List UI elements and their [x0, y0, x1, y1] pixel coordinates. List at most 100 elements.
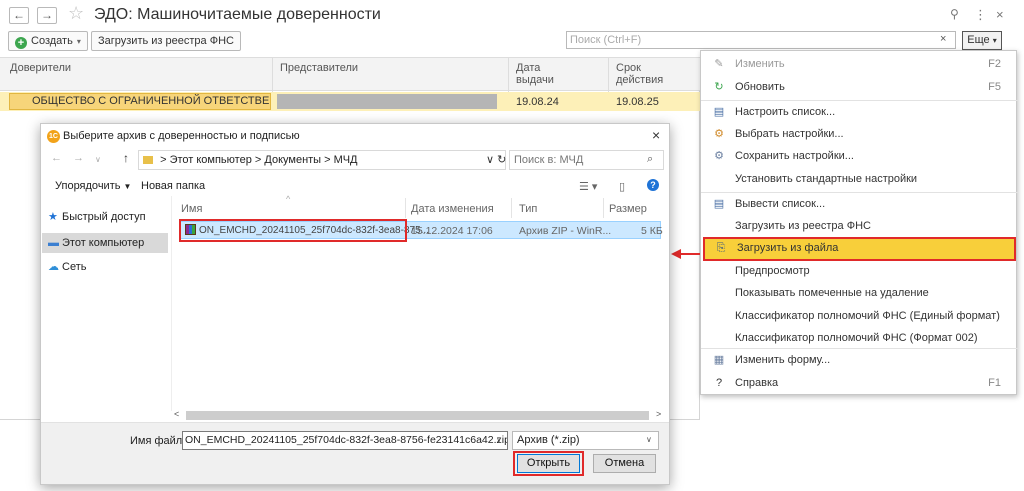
annotation-file-highlight: [179, 219, 407, 242]
table-header: Доверители Представители Дата выдачи Срок…: [0, 57, 700, 92]
nav-this-pc[interactable]: ▬ Этот компьютер: [42, 233, 168, 253]
dialog-footer: Имя файла: ON_EMCHD_20241105_25f704dc-83…: [41, 422, 669, 484]
menu-item-preview[interactable]: Предпросмотр: [701, 260, 1018, 282]
col-representatives[interactable]: Представители: [280, 62, 358, 74]
computer-icon: ▬: [48, 237, 59, 249]
close-icon[interactable]: ×: [652, 127, 660, 143]
help-icon[interactable]: ?: [647, 179, 659, 191]
menu-item-export-list[interactable]: ▤ Вывести список...: [701, 193, 1018, 215]
filename-input[interactable]: ON_EMCHD_20241105_25f704dc-832f-3ea8-875…: [182, 431, 508, 450]
arrow-right-icon: →: [41, 8, 53, 22]
annotation-arrow-head: [671, 249, 681, 259]
menu-item-load-from-file[interactable]: ⎘ Загрузить из файла: [703, 237, 1016, 261]
col-type[interactable]: Тип: [519, 203, 537, 215]
export-list-icon: ▤: [713, 198, 725, 210]
list-settings-icon: ▤: [713, 106, 725, 118]
create-label: Создать: [31, 35, 73, 47]
more-actions-menu: ✎ Изменить F2 ↻ Обновить F5 ▤ Настроить списо…: [700, 50, 1018, 395]
refresh-icon: ↻: [714, 81, 724, 93]
col-principals[interactable]: Доверители: [10, 62, 71, 74]
col-term[interactable]: Срок действия: [616, 62, 663, 86]
chevron-down-icon[interactable]: ∨: [95, 155, 101, 164]
load-registry-button[interactable]: Загрузить из реестра ФНС: [91, 31, 241, 51]
arrow-left-icon: ←: [13, 8, 25, 22]
back-button[interactable]: ←: [9, 7, 29, 24]
nav-network[interactable]: ☁ Сеть: [42, 257, 168, 277]
new-folder-button[interactable]: Новая папка: [141, 180, 205, 192]
folder-search-input[interactable]: Поиск в: МЧД: [509, 150, 664, 170]
col-issue-date[interactable]: Дата выдачи: [516, 62, 554, 86]
sort-ascending-icon: ^: [286, 194, 291, 204]
menu-item-default-settings[interactable]: Установить стандартные настройки: [701, 168, 1018, 190]
load-file-icon: ⎘: [716, 242, 726, 254]
page-title: ЭДО: Машиночитаемые доверенности: [94, 6, 381, 23]
organize-button[interactable]: Упорядочить ▼: [55, 180, 131, 192]
scrollbar-thumb[interactable]: [186, 411, 649, 420]
chevron-down-icon[interactable]: ∨: [646, 435, 652, 444]
file-modified: 15.12.2024 17:06: [411, 225, 493, 237]
breadcrumb-mchd[interactable]: МЧД: [334, 154, 358, 166]
dialog-title: Выберите архив с доверенностью и подпись…: [63, 130, 300, 142]
principal-cell[interactable]: ОБЩЕСТВО С ОГРАНИЧЕННОЙ ОТВЕТСТВЕНН...: [9, 93, 271, 110]
menu-item-classifier-002[interactable]: Классификатор полномочий ФНС (Формат 002…: [701, 327, 1018, 349]
more-vertical-icon[interactable]: ⋮: [974, 7, 987, 23]
close-window-icon[interactable]: ×: [996, 7, 1004, 22]
col-name[interactable]: Имя: [181, 203, 202, 215]
menu-item-show-deleted[interactable]: Показывать помеченные на удаление: [701, 282, 1018, 304]
network-icon: ☁: [48, 261, 59, 273]
cancel-button[interactable]: Отмена: [593, 454, 656, 473]
nav-quick-access[interactable]: ★ Быстрый доступ: [42, 207, 168, 227]
view-options-icon[interactable]: ☰ ▾: [579, 180, 597, 193]
save-settings-icon: ⚙: [714, 150, 724, 162]
col-modified[interactable]: Дата изменения: [411, 203, 494, 215]
chevron-down-icon[interactable]: ∨: [496, 435, 502, 444]
chevron-right-icon[interactable]: >: [656, 409, 661, 419]
chevron-down-icon: ▼: [123, 182, 132, 191]
chevron-left-icon[interactable]: <: [174, 409, 179, 419]
menu-item-configure-list[interactable]: ▤ Настроить список...: [701, 101, 1018, 123]
menu-item-classifier-unified[interactable]: Классификатор полномочий ФНС (Единый фор…: [701, 305, 1018, 327]
arrow-left-icon[interactable]: ←: [51, 152, 62, 164]
breadcrumb-documents[interactable]: Документы: [264, 154, 321, 166]
forward-button[interactable]: →: [37, 7, 57, 24]
more-button[interactable]: Еще ▾: [962, 31, 1002, 50]
annotation-arrow: [680, 253, 700, 255]
more-label: Еще: [967, 34, 990, 46]
navigation-pane: ★ Быстрый доступ ▬ Этот компьютер ☁ Сеть: [41, 199, 168, 419]
plus-icon: +: [15, 37, 27, 49]
star-icon: ★: [48, 211, 58, 223]
select-settings-icon: ⚙: [714, 128, 724, 140]
horizontal-scrollbar[interactable]: < >: [172, 409, 667, 422]
clear-search-icon[interactable]: ×: [940, 33, 946, 45]
change-form-icon: ▦: [713, 354, 725, 366]
open-file-dialog: 1С Выберите архив с доверенностью и подп…: [40, 123, 670, 485]
address-bar[interactable]: > Этот компьютер > Документы > МЧД: [138, 150, 506, 170]
menu-item-refresh[interactable]: ↻ Обновить F5: [701, 76, 1018, 98]
title-bar: ← → ☆ ЭДО: Машиночитаемые доверенности ⚲…: [0, 0, 1024, 30]
preview-pane-icon[interactable]: ▯: [619, 180, 625, 193]
breadcrumb-this-pc[interactable]: Этот компьютер: [170, 154, 252, 166]
file-type: Архив ZIP - WinR...: [519, 225, 612, 237]
chevron-down-icon: ▾: [992, 36, 997, 45]
representative-cell[interactable]: [277, 94, 497, 109]
arrow-right-icon[interactable]: →: [73, 152, 84, 164]
arrow-up-icon[interactable]: ↑: [123, 151, 129, 165]
menu-item-help[interactable]: ? Справка F1: [701, 372, 1018, 394]
filetype-select[interactable]: Архив (*.zip): [512, 431, 659, 450]
favorite-star-icon[interactable]: ☆: [68, 3, 84, 24]
table-row[interactable]: ОБЩЕСТВО С ОГРАНИЧЕННОЙ ОТВЕТСТВЕНН... 1…: [0, 92, 700, 111]
menu-item-edit[interactable]: ✎ Изменить F2: [701, 53, 1018, 75]
link-icon[interactable]: ⚲: [950, 7, 959, 21]
create-button[interactable]: + Создать ▾: [8, 31, 88, 51]
menu-item-save-settings[interactable]: ⚙ Сохранить настройки...: [701, 145, 1018, 167]
issue-date-cell[interactable]: 19.08.24: [516, 96, 559, 108]
term-cell[interactable]: 19.08.25: [616, 96, 659, 108]
search-input[interactable]: Поиск (Ctrl+F): [566, 31, 956, 49]
menu-item-change-form[interactable]: ▦ Изменить форму...: [701, 349, 1018, 371]
col-size[interactable]: Размер: [609, 203, 647, 215]
menu-item-select-settings[interactable]: ⚙ Выбрать настройки...: [701, 123, 1018, 145]
menu-item-load-registry[interactable]: Загрузить из реестра ФНС: [701, 215, 1018, 237]
app-logo-icon: 1С: [47, 130, 60, 143]
help-icon: ?: [715, 377, 723, 389]
refresh-icon[interactable]: ∨ ↻: [486, 153, 506, 166]
